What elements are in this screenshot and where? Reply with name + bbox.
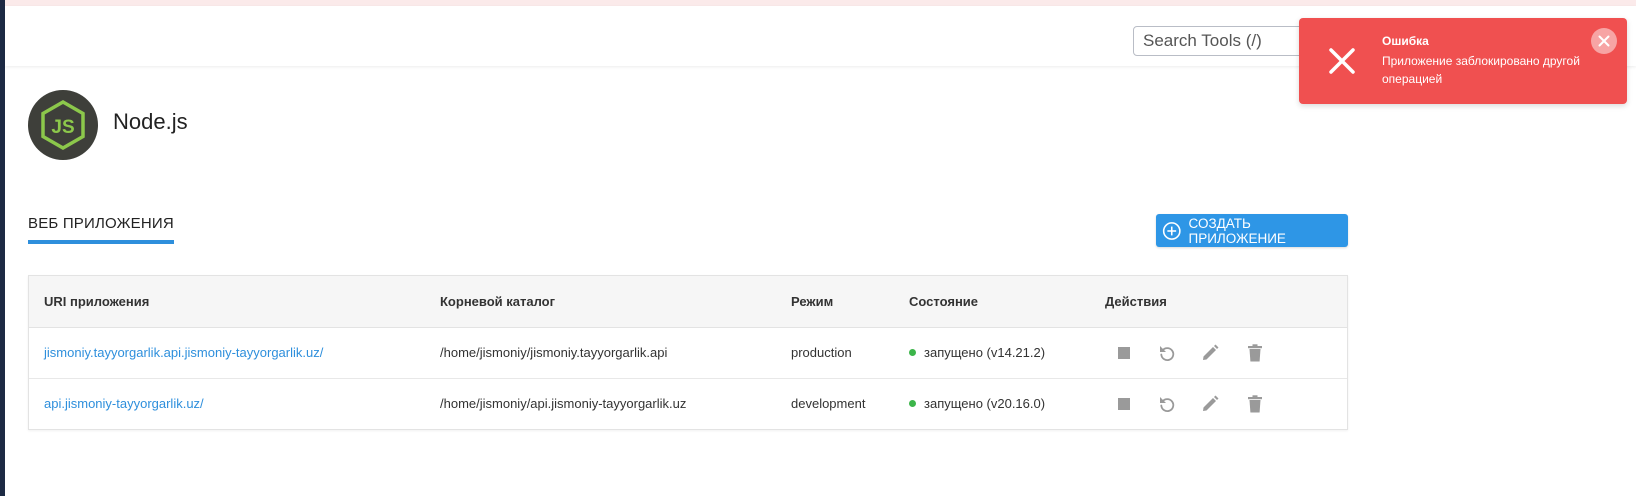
- create-app-label: СОЗДАТЬ ПРИЛОЖЕНИЕ: [1188, 215, 1286, 246]
- restart-icon[interactable]: [1157, 394, 1177, 414]
- nodejs-logo: JS: [28, 90, 98, 160]
- app-mode: production: [791, 345, 852, 360]
- apps-table: URI приложения Корневой каталог Режим Со…: [28, 275, 1348, 430]
- svg-text:JS: JS: [51, 117, 74, 138]
- error-close-icon: [1329, 48, 1355, 74]
- tab-web-apps[interactable]: ВЕБ ПРИЛОЖЕНИЯ: [28, 215, 174, 244]
- create-app-button[interactable]: СОЗДАТЬ ПРИЛОЖЕНИЕ: [1156, 214, 1348, 247]
- sidebar-edge: [0, 0, 5, 496]
- app-state: запущено (v14.21.2): [909, 328, 1045, 378]
- col-mode: Режим: [791, 294, 834, 309]
- plus-circle-icon: [1162, 221, 1181, 240]
- status-dot-icon: [909, 400, 916, 408]
- close-icon: [1598, 35, 1610, 47]
- stop-icon[interactable]: [1114, 394, 1134, 414]
- table-row: jismoniy.tayyorgarlik.api.jismoniy-tayyo…: [29, 328, 1347, 379]
- edit-icon[interactable]: [1200, 394, 1220, 414]
- col-actions: Действия: [1105, 294, 1167, 309]
- toast-close-button[interactable]: [1591, 28, 1617, 54]
- restart-icon[interactable]: [1157, 343, 1177, 363]
- app-state-label: запущено (v14.21.2): [924, 345, 1046, 360]
- edit-icon[interactable]: [1200, 343, 1220, 363]
- app-root-dir: /home/jismoniy/api.jismoniy-tayyorgarlik…: [440, 396, 687, 411]
- status-dot-icon: [909, 349, 916, 357]
- error-toast: Ошибка Приложение заблокировано другой о…: [1299, 18, 1627, 104]
- col-uri: URI приложения: [44, 294, 150, 309]
- col-root: Корневой каталог: [440, 294, 556, 309]
- app-state-label: запущено (v20.16.0): [924, 396, 1046, 411]
- delete-icon[interactable]: [1245, 343, 1265, 363]
- stop-icon[interactable]: [1114, 343, 1134, 363]
- table-row: api.jismoniy-tayyorgarlik.uz/ /home/jism…: [29, 379, 1347, 429]
- table-header: URI приложения Корневой каталог Режим Со…: [29, 276, 1347, 328]
- delete-icon[interactable]: [1245, 394, 1265, 414]
- toast-title: Ошибка: [1382, 34, 1429, 48]
- app-state: запущено (v20.16.0): [909, 379, 1045, 429]
- page-title: Node.js: [113, 109, 188, 134]
- app-uri-link[interactable]: api.jismoniy-tayyorgarlik.uz/: [44, 379, 204, 429]
- app-mode: development: [791, 396, 866, 411]
- toast-message: Приложение заблокировано другой операцие…: [1382, 54, 1580, 86]
- col-state: Состояние: [909, 294, 979, 309]
- app-uri-link[interactable]: jismoniy.tayyorgarlik.api.jismoniy-tayyo…: [44, 328, 323, 378]
- app-root-dir: /home/jismoniy/jismoniy.tayyorgarlik.api: [440, 345, 668, 360]
